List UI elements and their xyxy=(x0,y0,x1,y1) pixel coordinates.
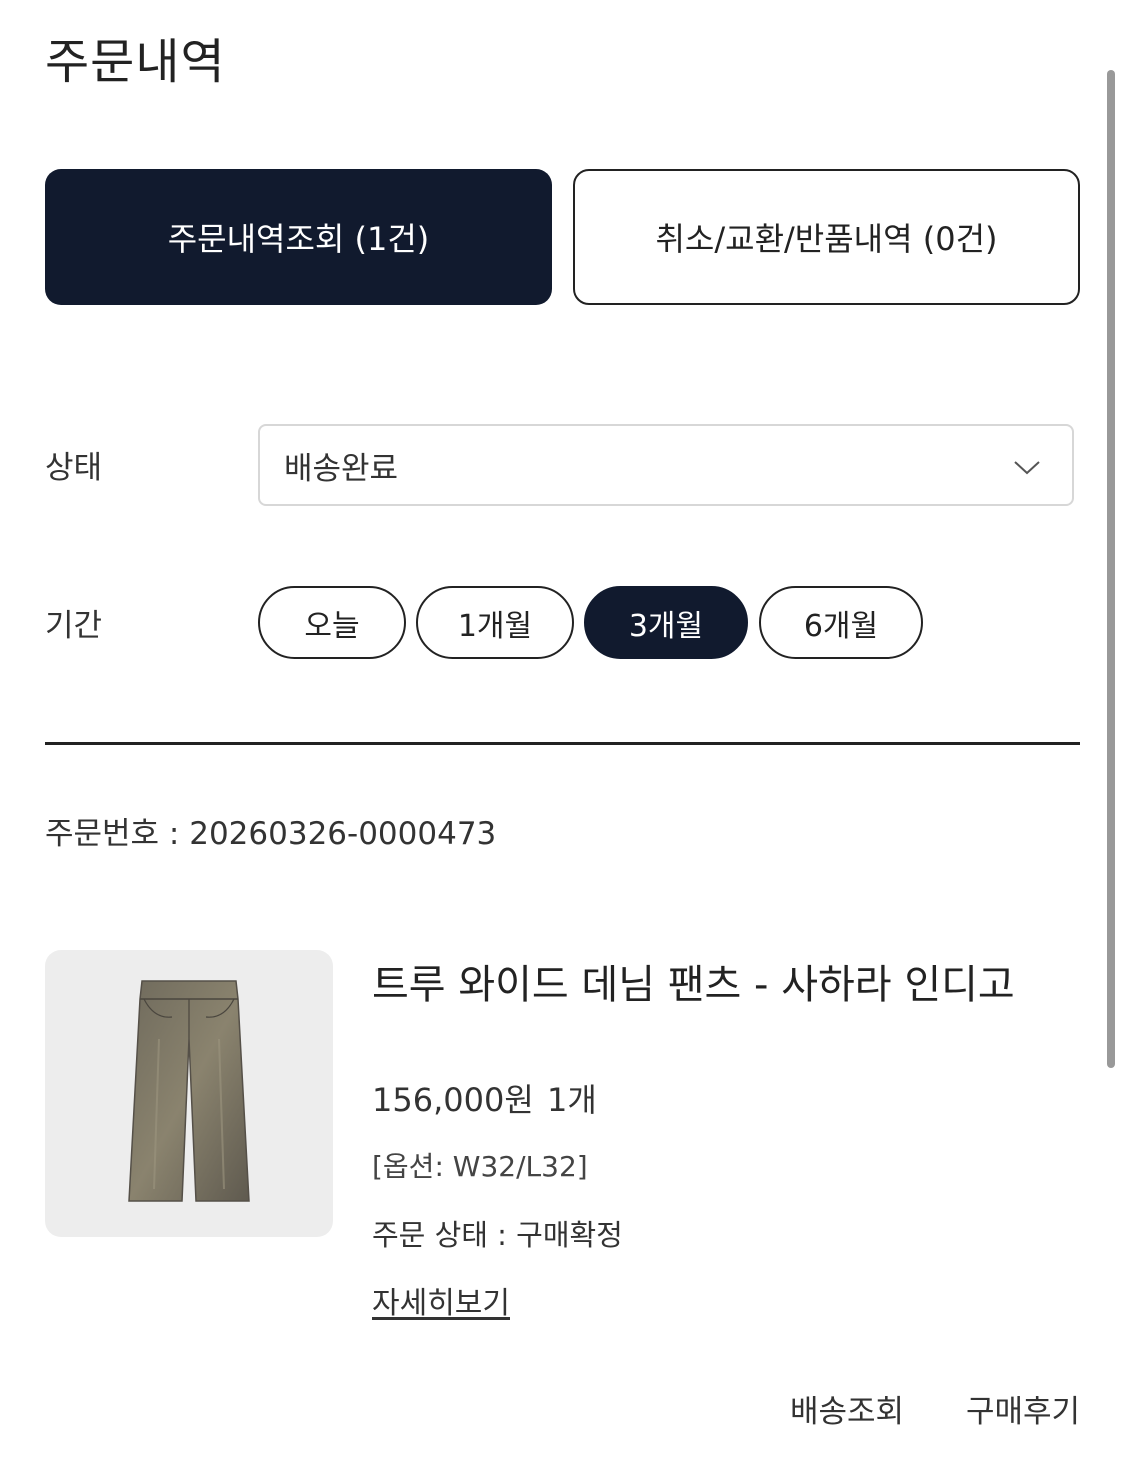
period-chip-label: 3개월 xyxy=(628,608,704,644)
status-select-value: 배송완료 xyxy=(284,450,399,487)
period-chip-today[interactable]: 오늘 xyxy=(258,586,406,659)
scrollbar[interactable] xyxy=(1107,70,1115,1068)
period-chip-1month[interactable]: 1개월 xyxy=(416,586,574,659)
track-delivery-button[interactable]: 배송조회 xyxy=(790,1386,904,1431)
tab-order-history[interactable]: 주문내역조회 (1건) xyxy=(45,169,552,305)
tab-order-history-label: 주문내역조회 (1건) xyxy=(167,220,430,258)
write-review-button[interactable]: 구매후기 xyxy=(966,1386,1080,1431)
tab-cancel-exchange-return[interactable]: 취소/교환/반품내역 (0건) xyxy=(573,169,1080,305)
jeans-image-icon xyxy=(128,979,250,1202)
product-image[interactable] xyxy=(45,950,333,1237)
period-chip-6months[interactable]: 6개월 xyxy=(759,586,923,659)
period-chip-3months[interactable]: 3개월 xyxy=(584,586,748,659)
product-price: 156,000원 xyxy=(372,1081,534,1119)
product-quantity: 1개 xyxy=(547,1081,597,1119)
view-details-link[interactable]: 자세히보기 xyxy=(372,1278,510,1322)
chevron-down-icon xyxy=(1014,461,1040,475)
period-filter-label: 기간 xyxy=(45,608,103,644)
period-chip-label: 6개월 xyxy=(803,608,879,644)
section-divider xyxy=(45,742,1080,745)
status-filter-label: 상태 xyxy=(45,450,103,486)
period-chip-label: 1개월 xyxy=(457,608,533,644)
period-chip-label: 오늘 xyxy=(304,608,360,644)
tab-cancel-exchange-return-label: 취소/교환/반품내역 (0건) xyxy=(655,220,998,258)
product-name[interactable]: 트루 와이드 데님 팬츠 - 사하라 인디고 xyxy=(372,952,1015,1010)
order-number: 주문번호 : 20260326-0000473 xyxy=(45,816,497,852)
status-select[interactable]: 배송완료 xyxy=(258,424,1074,506)
page-title: 주문내역 xyxy=(45,34,226,90)
order-status: 주문 상태 : 구매확정 xyxy=(372,1218,623,1252)
product-option: [옵션: W32/L32] xyxy=(372,1150,588,1183)
